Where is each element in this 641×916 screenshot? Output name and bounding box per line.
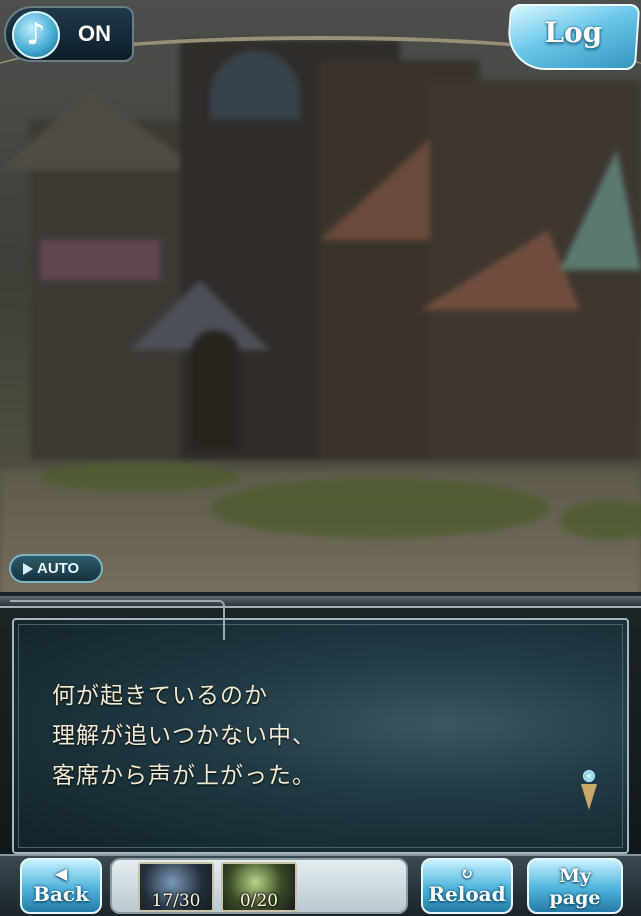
- background-scene: [0, 0, 641, 600]
- log-label: Log: [544, 16, 603, 49]
- reload-icon: ↻: [460, 864, 474, 883]
- sound-state-label: ON: [78, 21, 111, 46]
- back-label: Back: [33, 882, 89, 906]
- dialogue-line: 客席から声が上がった。: [52, 763, 316, 789]
- auto-label: AUTO: [37, 560, 80, 577]
- reload-label: Reload: [428, 882, 506, 906]
- back-button[interactable]: ◀ Back: [20, 858, 102, 914]
- next-page-icon: [578, 770, 600, 814]
- bp-value: 0/20: [239, 891, 279, 911]
- dialogue-line: 何が起きているのか: [52, 683, 268, 709]
- log-button[interactable]: Log: [505, 4, 641, 70]
- sound-toggle-button[interactable]: ♪ ON: [4, 6, 134, 62]
- dialogue-line: 理解が追いつかない中、: [52, 723, 316, 749]
- ap-value: 17/30: [151, 891, 201, 911]
- auto-button[interactable]: AUTO: [9, 554, 103, 583]
- ap-gauge: 17/30: [138, 862, 214, 912]
- play-icon: [23, 563, 33, 575]
- bp-gauge: 0/20: [221, 862, 297, 912]
- reload-button[interactable]: ↻ Reload: [421, 858, 513, 914]
- music-note-icon: ♪: [12, 11, 60, 59]
- mypage-button[interactable]: My page: [527, 858, 623, 914]
- mypage-label-line2: page: [549, 887, 601, 909]
- mypage-label-line1: My: [558, 865, 592, 887]
- arrow-left-icon: ◀: [54, 864, 68, 883]
- dialogue-text: 何が起きているのか 理解が追いつかない中、 客席から声が上がった。: [52, 676, 316, 796]
- speaker-name-tab: [10, 600, 225, 640]
